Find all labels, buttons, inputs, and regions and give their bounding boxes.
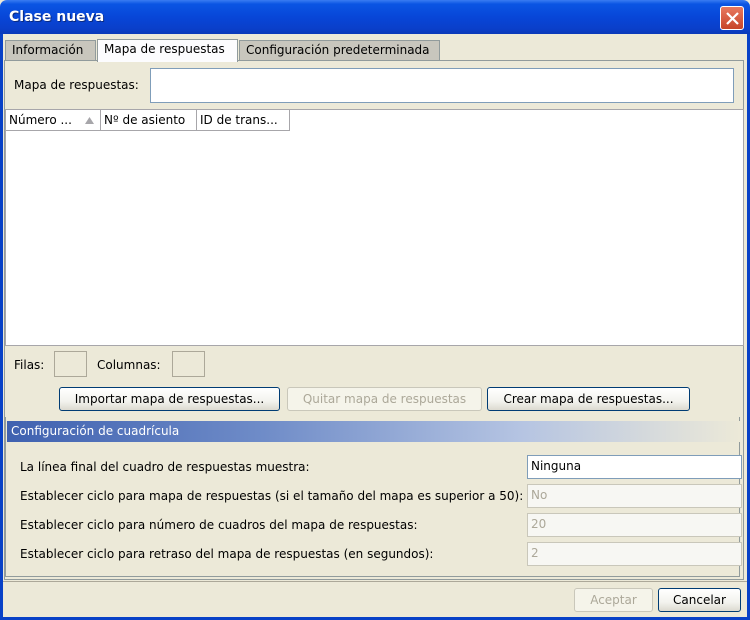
answer-map-label: Mapa de respuestas:: [14, 78, 139, 92]
rows-field: [54, 351, 87, 377]
final-line-select[interactable]: Ninguna: [527, 455, 742, 479]
final-line-label: La línea final del cuadro de respuestas …: [20, 460, 310, 474]
tab-informacion[interactable]: Información: [5, 40, 96, 61]
answer-map-table[interactable]: Número ... Nº de asiento ID de trans...: [5, 109, 744, 346]
accept-button[interactable]: Aceptar: [574, 588, 653, 612]
column-header-id-trans[interactable]: ID de trans...: [197, 110, 290, 131]
rows-label: Filas:: [14, 358, 45, 372]
cycle-box-count-field[interactable]: 20: [527, 513, 742, 537]
cancel-button[interactable]: Cancelar: [658, 588, 741, 612]
columns-field: [172, 351, 205, 377]
cycle-delay-field[interactable]: 2: [527, 542, 742, 566]
title-bar: Clase nueva: [0, 0, 750, 34]
table-header: Número ... Nº de asiento ID de trans...: [6, 110, 290, 131]
tab-configuracion-predeterminada[interactable]: Configuración predeterminada: [239, 40, 440, 61]
cycle-box-count-label: Establecer ciclo para número de cuadros …: [20, 518, 418, 532]
import-answer-map-button[interactable]: Importar mapa de respuestas...: [59, 387, 280, 411]
column-header-numero[interactable]: Número ...: [6, 110, 101, 131]
grid-config-header: Configuración de cuadrícula: [7, 421, 740, 442]
close-button[interactable]: [720, 6, 744, 30]
cycle-delay-label: Establecer ciclo para retraso del mapa d…: [20, 547, 434, 561]
close-icon: [726, 12, 739, 25]
tab-mapa-de-respuestas[interactable]: Mapa de respuestas: [97, 39, 238, 62]
sort-ascending-icon: [85, 117, 94, 124]
columns-label: Columnas:: [97, 358, 161, 372]
answer-map-input[interactable]: [150, 68, 734, 103]
column-label: Número ...: [9, 113, 72, 127]
remove-answer-map-button[interactable]: Quitar mapa de respuestas: [287, 387, 482, 411]
create-answer-map-button[interactable]: Crear mapa de respuestas...: [487, 387, 690, 411]
footer-divider: [3, 581, 747, 582]
window-title: Clase nueva: [9, 9, 105, 25]
column-header-asiento[interactable]: Nº de asiento: [101, 110, 197, 131]
cycle-map-size-field[interactable]: No: [527, 484, 742, 508]
cycle-map-size-label: Establecer ciclo para mapa de respuestas…: [20, 489, 524, 503]
